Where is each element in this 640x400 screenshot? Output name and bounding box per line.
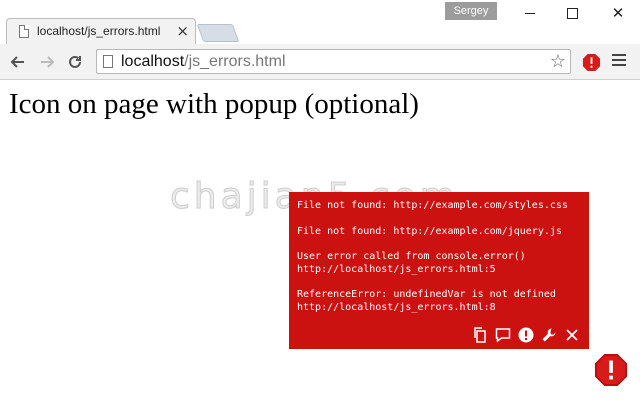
browser-toolbar: localhost/js_errors.html ☆ — [0, 44, 640, 80]
close-popup-button[interactable] — [563, 326, 581, 344]
reload-button[interactable] — [64, 51, 86, 73]
tab-close-icon[interactable]: × — [176, 22, 189, 40]
settings-button[interactable] — [540, 326, 558, 344]
close-icon: ✕ — [611, 4, 625, 22]
extension-error-icon[interactable] — [582, 53, 601, 72]
back-arrow-icon — [10, 56, 24, 68]
window-close-button[interactable]: ✕ — [596, 0, 640, 26]
popup-actions — [471, 326, 581, 344]
back-button[interactable] — [7, 51, 29, 73]
error-badge-icon[interactable] — [594, 353, 628, 387]
error-message: User error called from console.error() h… — [297, 251, 526, 275]
bookmark-star-icon[interactable]: ☆ — [550, 51, 566, 72]
maximize-icon — [566, 7, 578, 19]
wrench-icon — [542, 328, 556, 342]
comment-button[interactable] — [494, 326, 512, 344]
minimize-icon — [525, 12, 535, 14]
alert-button[interactable] — [517, 326, 535, 344]
url-path: /js_errors.html — [184, 53, 286, 70]
forward-button[interactable] — [36, 51, 58, 73]
page-icon — [19, 25, 29, 38]
copy-icon — [474, 327, 486, 343]
menu-icon[interactable] — [612, 54, 626, 68]
title-bar: localhost/js_errors.html × Sergey ✕ — [0, 0, 640, 45]
error-message: File not found: http://example.com/jquer… — [297, 225, 562, 237]
url-host: localhost — [121, 53, 185, 70]
url-text: localhost/js_errors.html — [121, 52, 286, 72]
error-message: ReferenceError: undefinedVar is not defi… — [297, 289, 556, 313]
comment-icon — [495, 328, 511, 343]
close-icon — [566, 329, 578, 341]
profile-badge[interactable]: Sergey — [445, 2, 497, 20]
exclamation-icon — [518, 327, 534, 343]
forward-arrow-icon — [41, 56, 55, 68]
page-title: Icon on page with popup (optional) — [9, 88, 419, 120]
reload-icon — [69, 55, 81, 68]
new-tab-button[interactable] — [196, 24, 240, 42]
error-popup: File not found: http://example.com/style… — [289, 192, 589, 349]
maximize-button[interactable] — [550, 0, 594, 26]
page-content: Icon on page with popup (optional) chaji… — [0, 80, 640, 400]
error-message: File not found: http://example.com/style… — [297, 200, 568, 211]
tab-js-errors[interactable]: localhost/js_errors.html × — [6, 18, 196, 44]
address-bar[interactable]: localhost/js_errors.html ☆ — [96, 49, 571, 74]
copy-button[interactable] — [471, 326, 489, 344]
tab-title: localhost/js_errors.html — [37, 24, 161, 38]
page-icon — [103, 55, 113, 68]
minimize-button[interactable] — [508, 0, 552, 26]
